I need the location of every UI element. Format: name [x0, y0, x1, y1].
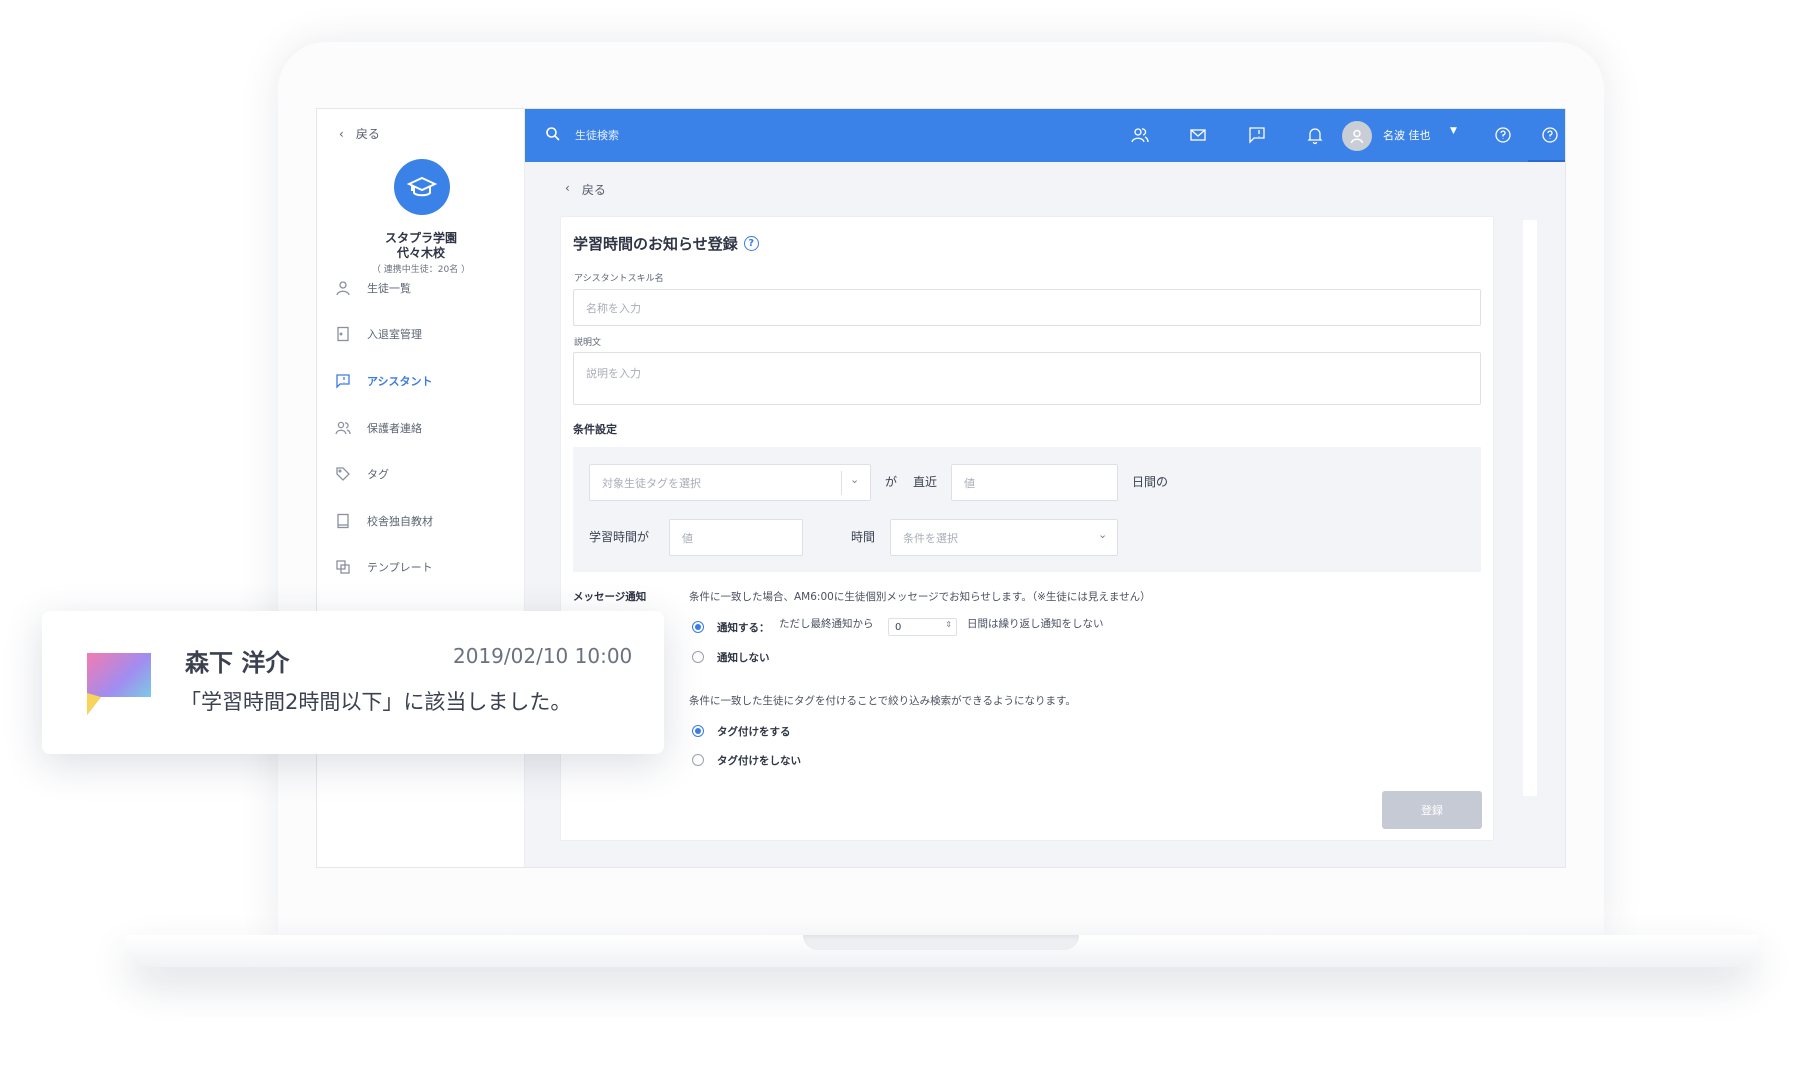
skill-name-label: アシスタントスキル名	[574, 274, 664, 284]
laptop-notch	[803, 935, 1079, 950]
people-icon[interactable]	[1130, 125, 1150, 145]
app-screen: ‹ 戻る スタプラ学園 代々木校 （ 連携中生徒：20名 ） 生徒一覧 入退室管…	[316, 108, 1566, 868]
sidebar-item-label: 生徒一覧	[367, 282, 411, 295]
page-title: 学習時間のお知らせ登録 ?	[573, 233, 759, 254]
sidebar-item-students[interactable]: 生徒一覧	[335, 276, 515, 300]
days-of-label: 日間の	[1132, 475, 1169, 489]
notification-card[interactable]: 森下 洋介 2019/02/10 10:00 「学習時間2時間以下」に該当しまし…	[42, 611, 664, 754]
sidebar-item-guardian-contact[interactable]: 保護者連絡	[335, 416, 515, 440]
notify-days-stepper[interactable]: 0 ⇕	[888, 618, 957, 636]
target-tag-select-placeholder: 対象生徒タグを選択	[602, 476, 701, 490]
stepper-arrows-icon[interactable]: ⇕	[945, 620, 952, 629]
main-back-label: 戻る	[581, 183, 606, 197]
tag-icon	[336, 467, 350, 481]
sidebar-item-label: テンプレート	[367, 561, 433, 574]
student-search-input[interactable]: 生徒検索	[575, 127, 619, 143]
school-branch: 代々木校	[396, 246, 445, 260]
caret-down-icon[interactable]: ▼	[1450, 126, 1457, 136]
notify-on-radio[interactable]	[692, 621, 704, 633]
avatar[interactable]	[1342, 121, 1372, 151]
message-notify-description: 条件に一致した場合、AM6:00に生徒個別メッセージでお知らせします。（※生徒に…	[689, 591, 1151, 603]
school-student-count: （ 連携中生徒：20名 ）	[371, 265, 471, 275]
recent-label: 直近	[913, 475, 938, 489]
person-icon	[336, 281, 350, 296]
sidebar-item-label: 保護者連絡	[367, 422, 422, 435]
study-time-label: 学習時間が	[589, 530, 650, 544]
active-tab-indicator	[1528, 160, 1565, 162]
target-tag-select[interactable]: 対象生徒タグを選択 ⌄	[589, 464, 871, 501]
notify-days-value: 0	[895, 621, 902, 633]
select-divider	[841, 471, 842, 495]
chevron-down-icon: ⌄	[850, 473, 860, 486]
description-textarea[interactable]: 説明を入力	[573, 352, 1481, 405]
skill-name-input[interactable]: 名称を入力	[573, 289, 1481, 326]
app-logo-icon	[87, 653, 151, 719]
scrollbar[interactable]	[1523, 220, 1537, 796]
help-icon[interactable]	[1540, 125, 1560, 145]
tag-off-radio[interactable]	[692, 754, 704, 766]
book-icon	[337, 513, 349, 529]
sidebar: ‹ 戻る スタプラ学園 代々木校 （ 連携中生徒：20名 ） 生徒一覧 入退室管…	[317, 109, 525, 867]
notify-off-radio[interactable]	[692, 651, 704, 663]
user-name[interactable]: 名波 佳也	[1383, 127, 1431, 143]
help-icon[interactable]: ?	[743, 236, 759, 251]
tag-on-radio[interactable]	[692, 725, 704, 737]
stage: ‹ 戻る スタプラ学園 代々木校 （ 連携中生徒：20名 ） 生徒一覧 入退室管…	[0, 0, 1799, 1066]
notification-sender: 森下 洋介	[185, 649, 290, 677]
sidebar-item-label: 入退室管理	[367, 328, 422, 341]
hours-label: 時間	[851, 530, 876, 544]
door-icon	[337, 326, 349, 342]
condition-select[interactable]: 条件を選択 ⌄	[890, 519, 1118, 556]
condition-section-title: 条件設定	[573, 423, 617, 436]
description-label: 説明文	[574, 338, 602, 348]
notify-on-tail: 日間は繰り返し通知をしない	[967, 618, 1104, 630]
help-icon[interactable]	[1493, 125, 1513, 145]
top-bar: 生徒検索 名波 佳也 ▼	[525, 109, 1565, 162]
form-title-text: 学習時間のお知らせ登録	[573, 235, 738, 253]
chat-flag-icon[interactable]	[1247, 125, 1267, 145]
notification-message: 「学習時間2時間以下」に該当しました。	[180, 690, 572, 714]
bell-icon[interactable]	[1305, 125, 1325, 145]
submit-button[interactable]: 登録	[1382, 791, 1482, 829]
sidebar-back-label: 戻る	[355, 127, 380, 141]
condition-select-placeholder: 条件を選択	[903, 531, 958, 545]
tag-off-label: タグ付けをしない	[717, 755, 801, 767]
sidebar-item-label: アシスタント	[367, 375, 433, 388]
tag-description: 条件に一致した生徒にタグを付けることで絞り込み検索ができるようになります。	[689, 695, 1076, 707]
notification-timestamp: 2019/02/10 10:00	[453, 644, 633, 668]
tag-on-label: タグ付けをする	[717, 726, 791, 738]
mail-icon[interactable]	[1188, 125, 1208, 145]
sidebar-item-tags[interactable]: タグ	[335, 462, 515, 486]
main-back-link[interactable]: ‹ 戻る	[565, 181, 606, 198]
chat-flag-icon	[336, 374, 350, 389]
days-value-input[interactable]: 値	[951, 464, 1118, 501]
sidebar-item-label: 校舎独自教材	[367, 515, 433, 528]
graduation-cap-icon	[394, 159, 450, 215]
sidebar-item-assistant[interactable]: アシスタント	[335, 369, 515, 393]
search-icon[interactable]	[545, 126, 561, 146]
hours-value-input[interactable]: 値	[669, 519, 803, 556]
sidebar-item-templates[interactable]: テンプレート	[335, 555, 515, 579]
people-icon	[335, 421, 351, 435]
copy-icon	[336, 560, 350, 574]
notify-on-suffix: ただし最終通知から	[779, 618, 874, 630]
sidebar-item-label: タグ	[367, 468, 389, 481]
ga-label: が	[885, 475, 898, 489]
message-notify-label: メッセージ通知	[573, 591, 647, 603]
chevron-left-icon: ‹	[565, 181, 570, 195]
chevron-left-icon: ‹	[339, 126, 344, 141]
sidebar-item-attendance[interactable]: 入退室管理	[335, 322, 515, 346]
notify-on-label: 通知する：	[717, 622, 770, 634]
notify-off-label: 通知しない	[717, 652, 770, 664]
sidebar-item-materials[interactable]: 校舎独自教材	[335, 509, 515, 533]
sidebar-back-link[interactable]: ‹ 戻る	[339, 125, 380, 142]
chevron-down-icon: ⌄	[1098, 528, 1108, 541]
